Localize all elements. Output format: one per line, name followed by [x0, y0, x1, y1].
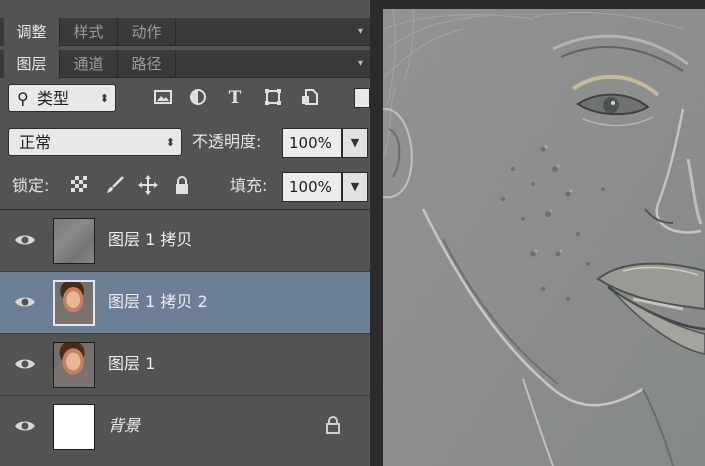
layers-panel: 调整 样式 动作 ▾ 图层 通道 路径 ▾ ⚲ 类型 ⬍ T 正常 ⬍ 不透明度… — [0, 0, 370, 466]
layer-name[interactable]: 图层 1 拷贝 2 — [108, 288, 208, 316]
filter-kind-dropdown[interactable]: ⚲ 类型 ⬍ — [8, 84, 116, 112]
layer-row-selected[interactable]: 图层 1 拷贝 2 — [0, 272, 370, 334]
eye-visibility-icon[interactable] — [14, 232, 36, 248]
panel-tabbar-layers: 图层 通道 路径 ▾ — [0, 50, 370, 79]
image-filter-icon[interactable] — [152, 88, 174, 108]
tab-channels[interactable]: 通道 — [60, 50, 118, 78]
blend-mode-value: 正常 — [19, 133, 52, 152]
layer-thumbnail[interactable] — [53, 342, 95, 388]
layers-list: 图层 1 拷贝 图层 1 拷贝 2 图层 1 背景 — [0, 209, 370, 466]
layer-thumbnail[interactable] — [53, 280, 95, 326]
blend-mode-dropdown[interactable]: 正常 ⬍ — [8, 128, 182, 156]
layer-thumbnail[interactable] — [53, 218, 95, 264]
lock-transparent-pixels-icon[interactable] — [68, 175, 90, 197]
eye-visibility-icon[interactable] — [14, 356, 36, 372]
opacity-slider-button[interactable]: ▼ — [342, 128, 368, 158]
eye-visibility-icon[interactable] — [14, 294, 36, 310]
fill-field[interactable]: 100% — [282, 172, 342, 202]
layer-thumbnail[interactable] — [53, 404, 95, 450]
panel-menu-icon[interactable]: ▾ — [358, 26, 368, 38]
layer-name[interactable]: 背景 — [108, 412, 140, 440]
smart-object-filter-icon[interactable] — [299, 88, 321, 108]
lock-all-icon[interactable] — [171, 175, 193, 197]
tab-paths[interactable]: 路径 — [118, 50, 176, 78]
updown-arrows-icon: ⬍ — [165, 136, 175, 149]
filter-toggle-switch[interactable] — [354, 88, 370, 108]
adjustment-filter-icon[interactable] — [187, 88, 209, 108]
updown-arrows-icon: ⬍ — [99, 92, 109, 105]
tab-adjustments[interactable]: 调整 — [4, 18, 60, 47]
document-canvas[interactable] — [383, 9, 705, 466]
panel-menu-icon[interactable]: ▾ — [358, 58, 368, 70]
search-icon: ⚲ — [17, 89, 29, 108]
lock-label: 锁定: — [12, 176, 50, 195]
high-pass-face-image — [383, 9, 705, 466]
lock-position-move-icon[interactable] — [137, 175, 159, 197]
shape-filter-icon[interactable] — [262, 88, 284, 108]
layer-row-background[interactable]: 背景 — [0, 396, 370, 458]
layer-name[interactable]: 图层 1 拷贝 — [108, 226, 192, 254]
layer-row[interactable]: 图层 1 拷贝 — [0, 210, 370, 272]
tab-styles[interactable]: 样式 — [60, 18, 118, 46]
type-filter-icon[interactable]: T — [224, 88, 246, 108]
tab-layers[interactable]: 图层 — [4, 50, 60, 79]
layer-row[interactable]: 图层 1 — [0, 334, 370, 396]
panel-tabbar-top: 调整 样式 动作 ▾ — [0, 18, 370, 47]
fill-label: 填充: — [230, 176, 268, 195]
lock-image-pixels-brush-icon[interactable] — [104, 175, 126, 197]
opacity-label: 不透明度: — [192, 132, 262, 151]
opacity-field[interactable]: 100% — [282, 128, 342, 158]
fill-slider-button[interactable]: ▼ — [342, 172, 368, 202]
lock-icon — [326, 416, 340, 434]
layer-name[interactable]: 图层 1 — [108, 350, 155, 378]
filter-kind-label: 类型 — [37, 89, 70, 108]
tab-actions[interactable]: 动作 — [118, 18, 176, 46]
eye-visibility-icon[interactable] — [14, 418, 36, 434]
